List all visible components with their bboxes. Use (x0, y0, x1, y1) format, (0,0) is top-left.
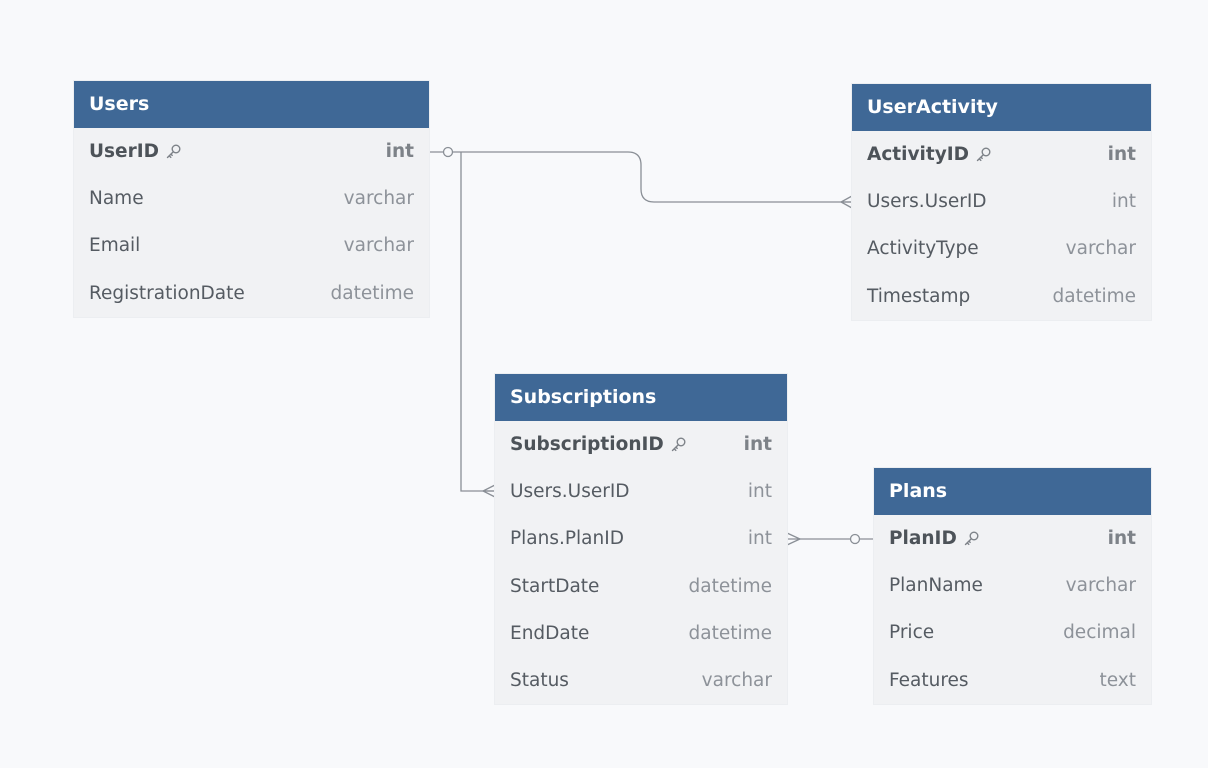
field-row[interactable]: UserID int (74, 128, 429, 175)
field-type: varchar (1065, 238, 1136, 260)
field-name-wrap: SubscriptionID (510, 434, 687, 455)
field-name-wrap: PlanName (889, 575, 983, 596)
field-name: PlanName (889, 575, 983, 597)
field-name-wrap: ActivityID (867, 144, 992, 165)
field-row[interactable]: RegistrationDate datetime (74, 270, 429, 317)
field-row[interactable]: PlanName varchar (874, 562, 1151, 609)
field-type: varchar (701, 670, 772, 692)
field-name-wrap: Name (89, 188, 144, 209)
field-name-wrap: Email (89, 235, 140, 256)
field-name-wrap: RegistrationDate (89, 283, 245, 304)
field-type: varchar (343, 188, 414, 210)
field-row[interactable]: Timestamp datetime (852, 273, 1151, 320)
field-row[interactable]: EndDate datetime (495, 610, 787, 657)
field-row[interactable]: Users.UserID int (495, 468, 787, 515)
field-row[interactable]: ActivityID int (852, 131, 1151, 178)
field-type: datetime (330, 282, 414, 304)
erd-canvas: Users UserID int Name varchar Email varchar Reg… (0, 0, 1208, 768)
crowfoot-subscriptions (481, 484, 496, 498)
field-row[interactable]: Status varchar (495, 657, 787, 704)
field-name: Features (889, 669, 969, 691)
field-type: datetime (1052, 285, 1136, 307)
field-type: datetime (688, 622, 772, 644)
key-icon (963, 530, 980, 547)
table-title[interactable]: Users (74, 81, 429, 128)
field-row[interactable]: Features text (874, 657, 1151, 704)
field-name: StartDate (510, 575, 600, 597)
field-name: UserID (89, 141, 159, 163)
field-row[interactable]: SubscriptionID int (495, 421, 787, 468)
field-type: varchar (343, 235, 414, 257)
field-name: ActivityType (867, 238, 979, 260)
field-type: datetime (688, 575, 772, 597)
field-name-wrap: UserID (89, 141, 182, 162)
field-name: Timestamp (867, 285, 971, 307)
field-type: int (1111, 191, 1136, 213)
field-row[interactable]: Plans.PlanID int (495, 515, 787, 562)
field-row[interactable]: Users.UserID int (852, 178, 1151, 225)
field-type: varchar (1065, 575, 1136, 597)
table-users[interactable]: Users UserID int Name varchar Email varchar Reg… (74, 81, 429, 317)
one-end-plans (849, 533, 861, 545)
field-name: ActivityID (867, 144, 970, 166)
edge-users-useractivity (429, 151, 852, 203)
field-name: Users.UserID (510, 481, 630, 503)
crowfoot-plans-link (786, 532, 802, 546)
field-row[interactable]: Price decimal (874, 609, 1151, 656)
field-name: Name (89, 188, 144, 210)
field-name: RegistrationDate (89, 282, 245, 304)
edge-users-subscriptions (460, 152, 495, 492)
field-name: Status (510, 670, 569, 692)
field-name: SubscriptionID (510, 434, 664, 456)
field-type: int (1107, 144, 1136, 166)
field-type: text (1099, 669, 1136, 691)
field-name-wrap: Plans.PlanID (510, 528, 624, 549)
key-icon (670, 436, 687, 453)
field-name-wrap: Users.UserID (510, 481, 630, 502)
field-name: Email (89, 235, 141, 257)
field-name-wrap: PlanID (889, 528, 980, 549)
crowfoot-useractivity (839, 195, 853, 209)
field-row[interactable]: Email varchar (74, 222, 429, 269)
field-row[interactable]: StartDate datetime (495, 563, 787, 610)
field-row[interactable]: Name varchar (74, 175, 429, 222)
field-name-wrap: Status (510, 670, 569, 691)
field-name: Price (889, 622, 935, 644)
table-subscriptions[interactable]: Subscriptions SubscriptionID int Users.User… (495, 374, 787, 705)
field-name: EndDate (510, 622, 590, 644)
field-name: Users.UserID (867, 191, 987, 213)
field-name-wrap: Features (889, 670, 969, 691)
field-row[interactable]: ActivityType varchar (852, 225, 1151, 272)
one-end-users (442, 146, 454, 158)
field-type: int (1107, 528, 1136, 550)
field-name-wrap: Timestamp (867, 286, 970, 307)
field-name-wrap: Users.UserID (867, 191, 987, 212)
field-name: PlanID (889, 528, 957, 550)
table-useractivity[interactable]: UserActivity ActivityID int Users.UserID int… (852, 84, 1151, 320)
field-type: int (747, 481, 772, 503)
field-row[interactable]: PlanID int (874, 515, 1151, 562)
key-icon (975, 146, 992, 163)
field-name-wrap: StartDate (510, 576, 599, 597)
field-name-wrap: Price (889, 622, 934, 643)
field-type: int (385, 141, 414, 163)
field-type: int (743, 434, 772, 456)
field-name: Plans.PlanID (510, 528, 624, 550)
key-icon (165, 143, 182, 160)
table-title[interactable]: Subscriptions (495, 374, 787, 421)
table-title[interactable]: Plans (874, 468, 1151, 515)
table-title[interactable]: UserActivity (852, 84, 1151, 131)
field-name-wrap: ActivityType (867, 238, 979, 259)
table-plans[interactable]: Plans PlanID int PlanName varchar Price decima… (874, 468, 1151, 704)
field-type: int (747, 528, 772, 550)
field-type: decimal (1063, 622, 1136, 644)
field-name-wrap: EndDate (510, 623, 589, 644)
